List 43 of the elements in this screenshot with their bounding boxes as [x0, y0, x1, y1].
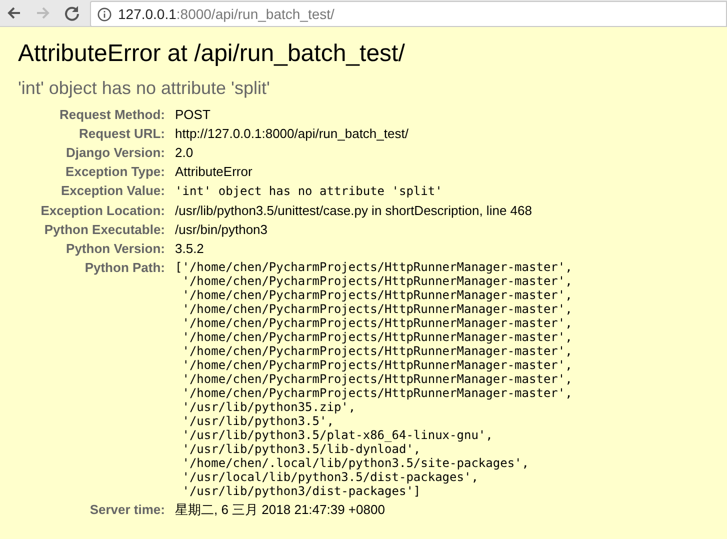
field-value: http://127.0.0.1:8000/api/run_batch_test/ — [175, 126, 408, 141]
path-entry: '/home/chen/PycharmProjects/HttpRunnerManager-master', — [181, 358, 572, 372]
field-value: 'int' object has no attribute 'split' — [175, 184, 442, 198]
field-label: Exception Value: — [60, 183, 165, 198]
path-entry: '/home/chen/PycharmProjects/HttpRunnerManager-master', — [181, 288, 572, 302]
info-icon[interactable] — [97, 6, 112, 22]
url-text: 127.0.0.1:8000/api/run_batch_test/ — [118, 6, 334, 22]
field-value: 星期二, 6 三月 2018 21:47:39 +0800 — [175, 502, 385, 517]
path-entry: '/usr/lib/python3.5/plat-x86_64-linux-gnu', — [181, 428, 494, 442]
field-label: Django Version: — [66, 145, 165, 160]
path-entry: '/home/chen/PycharmProjects/HttpRunnerManager-master', — [181, 316, 572, 330]
back-arrow-icon[interactable] — [6, 5, 22, 21]
field-value: /usr/lib/python3.5/unittest/case.py in shortDescription, line 468 — [175, 203, 532, 218]
field-value: POST — [175, 107, 210, 122]
field-value: 3.5.2 — [175, 241, 204, 256]
path-entry: '/usr/lib/python3/dist-packages'] — [181, 484, 422, 498]
path-entry: ['/home/chen/PycharmProjects/HttpRunnerManager-master', — [175, 260, 572, 274]
field-label: Request Method: — [60, 107, 165, 122]
path-entry: '/home/chen/PycharmProjects/HttpRunnerManager-master', — [181, 330, 572, 344]
reload-icon[interactable] — [64, 5, 80, 21]
address-bar[interactable]: 127.0.0.1:8000/api/run_batch_test/ — [90, 1, 727, 27]
error-title: AttributeError at /api/run_batch_test/ — [18, 39, 406, 69]
error-message: 'int' object has no attribute 'split' — [18, 77, 271, 99]
path-entry: '/home/chen/.local/lib/python3.5/site-packages', — [181, 456, 530, 470]
field-label: Python Version: — [66, 241, 165, 256]
field-value: 2.0 — [175, 145, 194, 160]
path-entry: '/home/chen/PycharmProjects/HttpRunnerManager-master', — [181, 386, 572, 400]
field-label: Python Path: — [84, 260, 165, 275]
path-entry: '/home/chen/PycharmProjects/HttpRunnerManager-master', — [181, 274, 572, 288]
path-entry: '/usr/lib/python3.5', — [181, 414, 335, 428]
field-value: AttributeError — [175, 164, 252, 179]
field-value: /usr/bin/python3 — [175, 222, 268, 237]
field-label: Server time: — [90, 502, 165, 517]
field-label: Python Executable: — [44, 222, 165, 237]
path-entry: '/usr/local/lib/python3.5/dist-packages', — [181, 470, 480, 484]
path-entry: '/home/chen/PycharmProjects/HttpRunnerManager-master', — [181, 302, 572, 316]
field-label: Request URL: — [79, 126, 165, 141]
path-entry: '/home/chen/PycharmProjects/HttpRunnerManager-master', — [181, 344, 572, 358]
path-entry: '/home/chen/PycharmProjects/HttpRunnerManager-master', — [181, 372, 572, 386]
field-label: Exception Type: — [66, 164, 165, 179]
field-label: Exception Location: — [40, 203, 165, 218]
path-entry: '/usr/lib/python35.zip', — [181, 400, 357, 414]
path-entry: '/usr/lib/python3.5/lib-dynload', — [181, 442, 422, 456]
